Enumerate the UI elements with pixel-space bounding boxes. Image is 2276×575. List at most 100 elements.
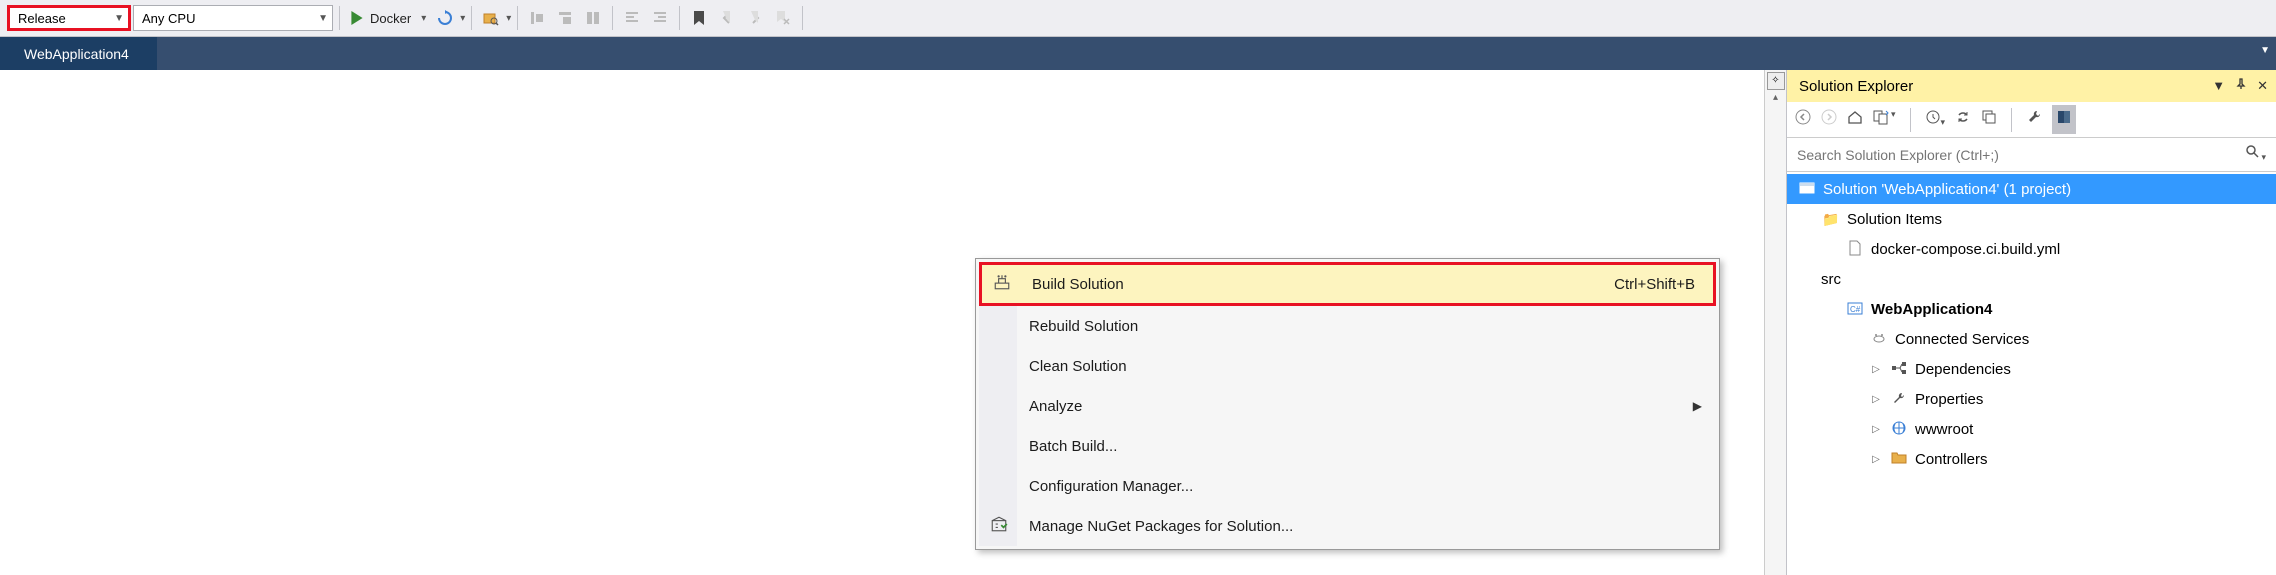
- refresh-tree-button[interactable]: [1955, 109, 1971, 130]
- project-node[interactable]: C# WebApplication4: [1787, 294, 2276, 324]
- bookmark-x-icon: [775, 10, 791, 26]
- home-icon: [1847, 109, 1863, 125]
- bookmark-icon: [692, 10, 706, 26]
- search-input[interactable]: [1797, 147, 2237, 163]
- home-button[interactable]: [1847, 109, 1863, 130]
- expand-icon[interactable]: ▷: [1869, 454, 1883, 465]
- menu-item-shortcut: Ctrl+Shift+B: [1614, 276, 1713, 293]
- split-toggle-icon[interactable]: ✧: [1767, 72, 1785, 90]
- chevron-down-icon: ▼: [106, 13, 124, 24]
- expand-icon[interactable]: ▷: [1869, 394, 1883, 405]
- menu-clean-solution[interactable]: Clean Solution: [979, 346, 1716, 386]
- chevron-down-icon: ▾: [460, 13, 465, 24]
- node-label: docker-compose.ci.build.yml: [1871, 241, 2060, 258]
- window-position-button[interactable]: ▼: [2212, 78, 2225, 94]
- pending-changes-button[interactable]: ▾: [1925, 109, 1946, 130]
- nav-forward-button[interactable]: [1821, 109, 1837, 130]
- file-icon: [1845, 240, 1865, 259]
- panel-title: Solution Explorer: [1799, 78, 1913, 95]
- solution-items-node[interactable]: 📁 Solution Items: [1787, 204, 2276, 234]
- node-label: Properties: [1915, 391, 1983, 408]
- document-tab[interactable]: WebApplication4: [0, 37, 157, 70]
- platform-dropdown[interactable]: Any CPU ▼: [133, 5, 333, 31]
- step-backward-button[interactable]: [524, 5, 550, 31]
- separator: [2011, 108, 2012, 132]
- menu-item-label: Batch Build...: [1029, 438, 1117, 455]
- collapse-icon: [1981, 109, 1997, 125]
- wrench-icon: [2026, 109, 2042, 125]
- next-bookmark-button[interactable]: [742, 5, 768, 31]
- nuget-icon: [987, 515, 1011, 537]
- svg-text:C#: C#: [1850, 305, 1861, 314]
- configuration-dropdown[interactable]: Release ▼: [7, 5, 131, 31]
- step-over-button[interactable]: [580, 5, 606, 31]
- build-icon: [990, 273, 1014, 295]
- find-in-files-button[interactable]: [478, 5, 504, 31]
- indent-button[interactable]: [647, 5, 673, 31]
- bookmark-button[interactable]: [686, 5, 712, 31]
- menu-configuration-manager[interactable]: Configuration Manager...: [979, 466, 1716, 506]
- separator: [802, 6, 803, 30]
- sync-doc-icon: [1873, 109, 1891, 125]
- refresh-icon: [437, 10, 453, 26]
- outdent-button[interactable]: [619, 5, 645, 31]
- close-panel-button[interactable]: ✕: [2257, 78, 2268, 94]
- step-icon: [529, 10, 545, 26]
- menu-item-label: Rebuild Solution: [1029, 318, 1138, 335]
- nav-back-button[interactable]: [1795, 109, 1811, 130]
- step-icon: [557, 10, 573, 26]
- pin-icon: [2235, 78, 2247, 90]
- solution-explorer-title-bar[interactable]: Solution Explorer ▼ ✕: [1787, 70, 2276, 102]
- expand-icon[interactable]: ▷: [1869, 424, 1883, 435]
- editor-scrollbar[interactable]: ✧ ▴: [1764, 70, 1786, 575]
- run-target-label: Docker: [370, 11, 411, 26]
- menu-manage-nuget[interactable]: Manage NuGet Packages for Solution...: [979, 506, 1716, 546]
- docker-yml-node[interactable]: docker-compose.ci.build.yml: [1787, 234, 2276, 264]
- wwwroot-node[interactable]: ▷ wwwroot: [1787, 414, 2276, 444]
- node-label: wwwroot: [1915, 421, 1973, 438]
- auto-hide-button[interactable]: [2235, 78, 2247, 94]
- expand-icon[interactable]: ▷: [1869, 364, 1883, 375]
- separator: [471, 6, 472, 30]
- document-tab-bar: WebApplication4 ▼: [0, 37, 2276, 70]
- menu-rebuild-solution[interactable]: Rebuild Solution: [979, 306, 1716, 346]
- menu-build-solution[interactable]: Build Solution Ctrl+Shift+B: [979, 262, 1716, 306]
- step-into-button[interactable]: [552, 5, 578, 31]
- scroll-up-icon[interactable]: ▴: [1767, 92, 1785, 110]
- main-toolbar: Release ▼ Any CPU ▼ Docker ▾ ▾ ▾: [0, 0, 2276, 37]
- start-debugging-button[interactable]: Docker ▾: [346, 5, 430, 31]
- dependencies-node[interactable]: ▷ Dependencies: [1787, 354, 2276, 384]
- separator: [1910, 108, 1911, 132]
- solution-search-box[interactable]: ▾: [1787, 138, 2276, 172]
- collapse-all-button[interactable]: [1981, 109, 1997, 130]
- arrow-icon: [747, 10, 763, 26]
- csproj-icon: C#: [1845, 300, 1865, 319]
- node-label: Dependencies: [1915, 361, 2011, 378]
- src-folder-node[interactable]: src: [1787, 264, 2276, 294]
- solution-root-node[interactable]: Solution 'WebApplication4' (1 project): [1787, 174, 2276, 204]
- sync-active-doc-button[interactable]: ▾: [1873, 109, 1896, 130]
- show-all-icon: [2056, 109, 2072, 125]
- menu-batch-build[interactable]: Batch Build...: [979, 426, 1716, 466]
- menu-item-label: Analyze: [1029, 398, 1082, 415]
- play-icon: [350, 11, 364, 25]
- show-all-files-button[interactable]: [2052, 105, 2076, 134]
- separator: [612, 6, 613, 30]
- refresh-button[interactable]: [432, 5, 458, 31]
- platform-value: Any CPU: [142, 11, 195, 26]
- menu-analyze[interactable]: Analyze ▶: [979, 386, 1716, 426]
- clear-bookmarks-button[interactable]: [770, 5, 796, 31]
- controllers-node[interactable]: ▷ Controllers: [1787, 444, 2276, 474]
- configuration-value: Release: [18, 11, 66, 26]
- prev-bookmark-button[interactable]: [714, 5, 740, 31]
- arrow-icon: [719, 10, 735, 26]
- outdent-icon: [624, 10, 640, 26]
- tab-overflow-button[interactable]: ▼: [2260, 45, 2270, 56]
- connected-services-node[interactable]: Connected Services: [1787, 324, 2276, 354]
- properties-button[interactable]: [2026, 109, 2042, 130]
- chevron-down-icon: ▾: [506, 13, 511, 24]
- properties-node[interactable]: ▷ Properties: [1787, 384, 2276, 414]
- node-label: Solution 'WebApplication4' (1 project): [1823, 181, 2071, 198]
- separator: [679, 6, 680, 30]
- chevron-down-icon: ▼: [310, 13, 328, 24]
